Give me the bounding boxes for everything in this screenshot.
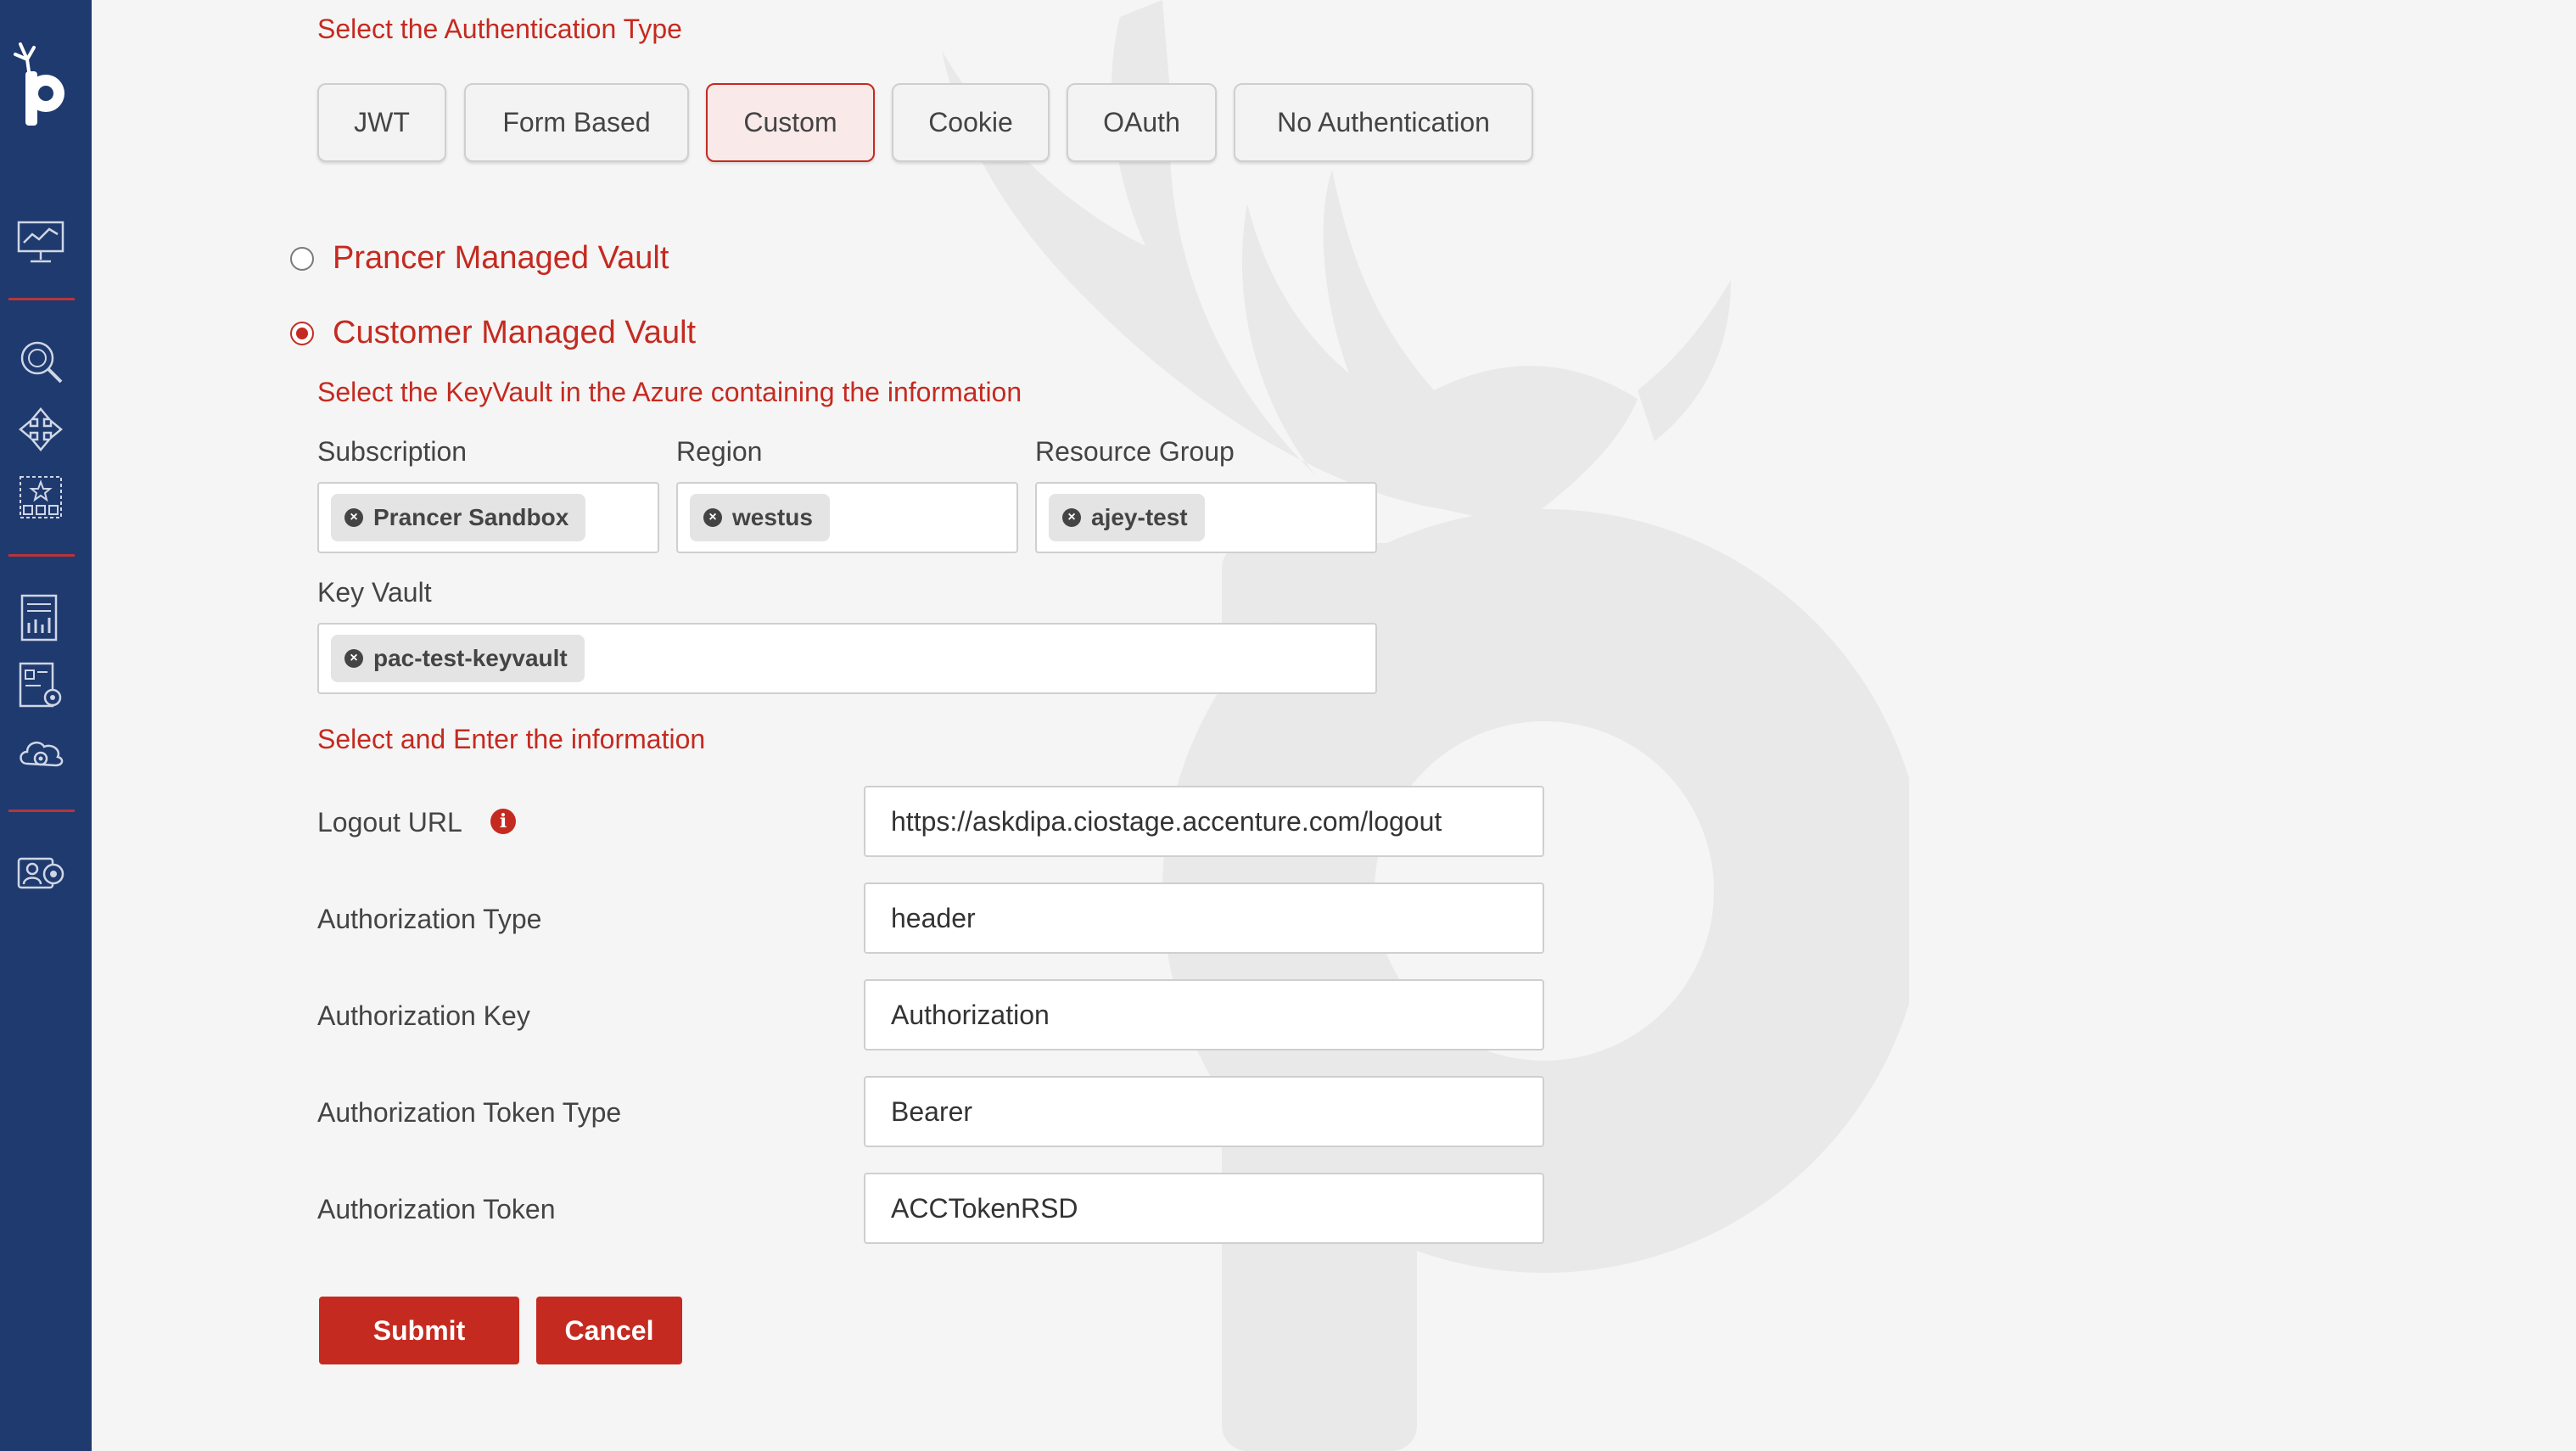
customer-vault-option[interactable]: Customer Managed Vault: [290, 315, 696, 351]
key-vault-select[interactable]: × pac-test-keyvault: [317, 623, 1377, 694]
cancel-button[interactable]: Cancel: [536, 1297, 682, 1364]
remove-chip-icon[interactable]: ×: [1062, 508, 1081, 527]
region-value: westus: [732, 504, 813, 530]
main-content: Select the Authentication Type JWT Form …: [0, 0, 2576, 1451]
logout-url-label: Logout URL: [317, 807, 462, 838]
key-vault-value: pac-test-keyvault: [373, 645, 568, 671]
resource-group-value: ajey-test: [1091, 504, 1188, 530]
authorization-token-type-input[interactable]: [864, 1076, 1544, 1147]
resource-group-select[interactable]: × ajey-test: [1035, 482, 1377, 553]
auth-option-custom[interactable]: Custom: [706, 83, 875, 162]
authorization-token-type-label: Authorization Token Type: [317, 1097, 622, 1128]
region-select[interactable]: × westus: [676, 482, 1018, 553]
submit-button[interactable]: Submit: [319, 1297, 519, 1364]
region-label: Region: [676, 436, 763, 467]
authorization-key-input[interactable]: [864, 979, 1544, 1050]
authorization-token-input[interactable]: [864, 1173, 1544, 1244]
auth-option-jwt[interactable]: JWT: [317, 83, 446, 162]
remove-chip-icon[interactable]: ×: [703, 508, 722, 527]
subscription-select[interactable]: × Prancer Sandbox: [317, 482, 659, 553]
keyvault-title: Select the KeyVault in the Azure contain…: [317, 377, 1022, 407]
key-vault-chip: × pac-test-keyvault: [331, 635, 585, 682]
authorization-type-input[interactable]: [864, 882, 1544, 954]
key-vault-label: Key Vault: [317, 577, 432, 608]
logout-url-input[interactable]: [864, 786, 1544, 857]
auth-option-oauth[interactable]: OAuth: [1067, 83, 1217, 162]
auth-type-title: Select the Authentication Type: [317, 14, 682, 44]
auth-option-form-based[interactable]: Form Based: [464, 83, 689, 162]
customer-vault-radio[interactable]: [290, 321, 314, 345]
subscription-chip: × Prancer Sandbox: [331, 494, 586, 541]
info-title: Select and Enter the information: [317, 724, 706, 754]
auth-option-cookie[interactable]: Cookie: [892, 83, 1050, 162]
remove-chip-icon[interactable]: ×: [344, 649, 363, 668]
remove-chip-icon[interactable]: ×: [344, 508, 363, 527]
authorization-token-label: Authorization Token: [317, 1194, 556, 1224]
prancer-vault-label: Prancer Managed Vault: [333, 240, 669, 276]
customer-vault-label: Customer Managed Vault: [333, 315, 697, 350]
resource-group-label: Resource Group: [1035, 436, 1235, 467]
prancer-vault-radio[interactable]: [290, 246, 314, 271]
authorization-type-label: Authorization Type: [317, 904, 542, 934]
region-chip: × westus: [690, 494, 830, 541]
prancer-vault-option[interactable]: Prancer Managed Vault: [290, 240, 669, 277]
resource-group-chip: × ajey-test: [1049, 494, 1205, 541]
auth-option-no-authentication[interactable]: No Authentication: [1234, 83, 1533, 162]
subscription-label: Subscription: [317, 436, 468, 467]
authorization-key-label: Authorization Key: [317, 1000, 530, 1031]
subscription-value: Prancer Sandbox: [373, 504, 569, 530]
info-icon[interactable]: i: [490, 809, 516, 834]
